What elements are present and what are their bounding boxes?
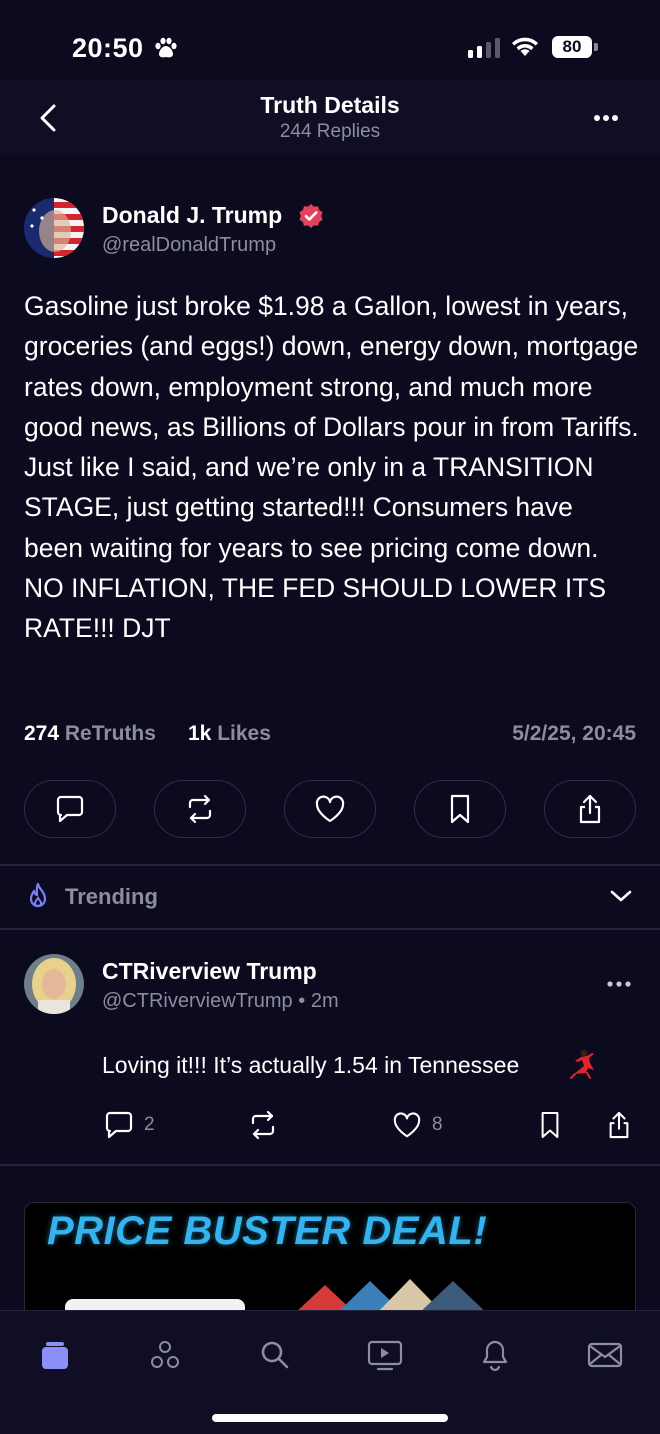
like-button[interactable] xyxy=(284,780,376,838)
groups-icon[interactable] xyxy=(145,1335,185,1375)
bookmark-icon xyxy=(447,793,473,825)
battery-tip xyxy=(594,43,598,51)
post-date: 5/2/25, 20:45 xyxy=(512,722,636,745)
reply-text: Loving it!!! It’s actually 1.54 in Tenne… xyxy=(102,1052,520,1078)
notifications-icon[interactable] xyxy=(475,1335,515,1375)
retruth-icon xyxy=(183,794,217,824)
bookmark-icon xyxy=(538,1110,562,1140)
retruth-button[interactable] xyxy=(154,780,246,838)
home-icon[interactable] xyxy=(35,1335,75,1375)
reply-share-button[interactable] xyxy=(606,1108,632,1142)
reply-like-button[interactable]: 8 xyxy=(392,1108,443,1142)
retruths-label: ReTruths xyxy=(64,722,156,745)
avatar[interactable] xyxy=(24,954,84,1014)
comment-icon xyxy=(104,1111,134,1139)
reply-bookmark-button[interactable] xyxy=(538,1108,562,1142)
paw-icon xyxy=(154,37,178,59)
reply-comment-button[interactable]: 2 xyxy=(104,1108,155,1142)
header: Truth Details 244 Replies xyxy=(0,80,660,154)
likes-label: Likes xyxy=(217,722,271,745)
chevron-down-icon xyxy=(608,888,634,904)
avatar[interactable] xyxy=(24,198,84,258)
home-indicator xyxy=(212,1414,448,1422)
share-button[interactable] xyxy=(544,780,636,838)
signal-icon xyxy=(468,38,502,58)
retruths-count: 274 xyxy=(24,722,60,745)
heart-icon xyxy=(314,794,346,824)
battery-icon: 80 xyxy=(552,36,592,58)
search-icon[interactable] xyxy=(255,1335,295,1375)
divider xyxy=(0,928,660,930)
bookmark-button[interactable] xyxy=(414,780,506,838)
more-icon[interactable] xyxy=(588,108,628,128)
reply-count: 244 Replies xyxy=(279,121,381,142)
trending-toggle[interactable]: Trending xyxy=(0,866,660,928)
likes-stat[interactable]: 1k Likes xyxy=(188,722,271,746)
post-body: Gasoline just broke $1.98 a Gallon, lowe… xyxy=(24,291,639,644)
status-time: 20:50 xyxy=(72,33,144,63)
heart-icon xyxy=(392,1111,422,1139)
author-name[interactable]: Donald J. Trump xyxy=(102,202,282,229)
comment-icon xyxy=(54,794,86,824)
author-handle[interactable]: @realDonaldTrump xyxy=(102,234,276,257)
likes-count: 1k xyxy=(188,722,212,745)
more-icon[interactable] xyxy=(604,976,636,992)
video-icon[interactable] xyxy=(365,1335,405,1375)
wifi-icon xyxy=(510,36,540,58)
reply-time: 2m xyxy=(310,990,339,1012)
flame-icon xyxy=(24,882,52,912)
reply-author-handle[interactable]: @CTRiverviewTrump xyxy=(102,990,293,1012)
divider xyxy=(0,1164,660,1166)
retruths-stat[interactable]: 274 ReTruths xyxy=(24,722,156,746)
trending-label: Trending xyxy=(65,884,158,909)
retruth-icon xyxy=(246,1110,280,1140)
dancer-emoji-icon xyxy=(566,1048,596,1080)
reply-retruth-button[interactable] xyxy=(246,1108,280,1142)
status-bar: 20:50 80 xyxy=(0,0,660,90)
reply-author-name[interactable]: CTRiverview Trump xyxy=(102,958,317,985)
comment-button[interactable] xyxy=(24,780,116,838)
meta-separator: • xyxy=(298,990,306,1012)
page-title: Truth Details xyxy=(260,92,400,118)
messages-icon[interactable] xyxy=(585,1335,625,1375)
reply-meta: @CTRiverviewTrump • 2m xyxy=(102,990,339,1013)
post-stats: 274 ReTruths 1k Likes 5/2/25, 20:45 xyxy=(24,722,636,752)
share-icon xyxy=(576,793,604,825)
share-icon xyxy=(606,1110,632,1140)
comment-count: 2 xyxy=(144,1114,155,1135)
like-count: 8 xyxy=(432,1114,443,1135)
verified-badge-icon xyxy=(298,203,324,229)
